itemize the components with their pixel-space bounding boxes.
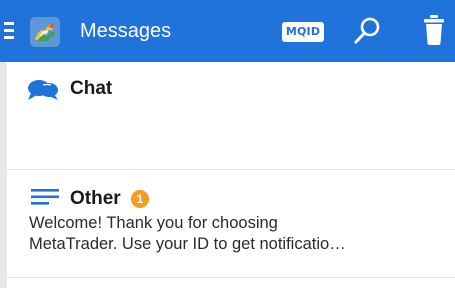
- list-item-other[interactable]: Other 1 Welcome! Thank you for choosing …: [7, 170, 455, 278]
- chat-bubbles-icon: [28, 80, 58, 100]
- message-preview-line: Welcome! Thank you for choosing: [29, 214, 278, 232]
- mqid-button[interactable]: MQID: [282, 22, 324, 42]
- page-title: Messages: [80, 20, 172, 42]
- hamburger-menu-icon[interactable]: [4, 19, 14, 41]
- list-edge: [0, 62, 7, 288]
- list-item-chat[interactable]: Chat: [7, 62, 455, 170]
- search-icon[interactable]: [352, 16, 382, 46]
- trash-icon[interactable]: [421, 14, 447, 46]
- messages-screen: Messages MQID Chat Other 1 Welcome! Than…: [0, 0, 455, 288]
- list-item-title: Chat: [70, 78, 113, 99]
- message-preview: Welcome! Thank you for choosing MetaTrad…: [29, 213, 409, 255]
- lines-icon: [31, 189, 59, 205]
- message-preview-line: MetaTrader. Use your ID to get notificat…: [29, 235, 346, 253]
- metatrader-logo-icon: [30, 17, 60, 47]
- app-bar: Messages MQID: [0, 0, 455, 62]
- list-item-title: Other: [70, 188, 121, 209]
- unread-count-badge: 1: [131, 190, 149, 208]
